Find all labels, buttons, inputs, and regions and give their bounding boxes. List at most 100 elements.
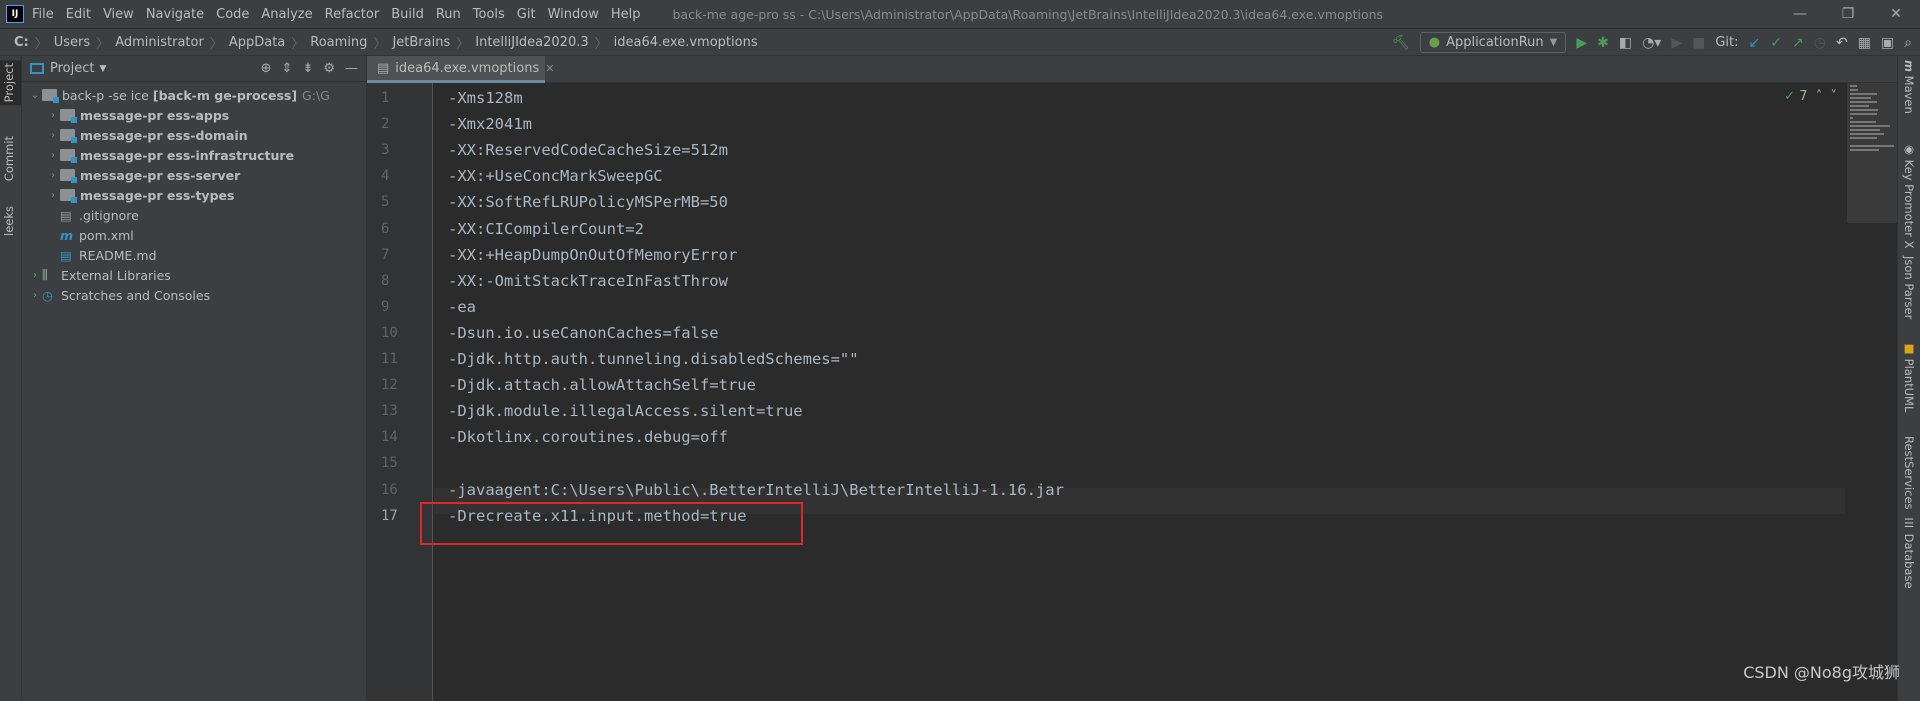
tree-item[interactable]: › message-pr ess-types: [22, 185, 366, 205]
tree-item[interactable]: m pom.xml: [22, 225, 366, 245]
chevron-right-icon[interactable]: ›: [46, 190, 60, 201]
left-tool-strip: Project Commit leeks: [0, 56, 22, 701]
coverage-icon[interactable]: ◧: [1619, 35, 1632, 51]
rollback-icon[interactable]: ↶: [1836, 35, 1848, 51]
git-update-icon[interactable]: ↙: [1749, 35, 1761, 51]
profiler-icon[interactable]: ◔▾: [1642, 35, 1661, 51]
tool-tab-maven[interactable]: m Maven: [1902, 60, 1916, 114]
inspection-widget[interactable]: ✓ 7 ˄ ˅: [1784, 89, 1837, 104]
breadcrumb-item[interactable]: JetBrains: [392, 35, 450, 50]
build-hammer-icon[interactable]: 🔨︎: [1392, 35, 1410, 51]
menu-help[interactable]: Help: [611, 7, 641, 22]
menu-file[interactable]: File: [32, 7, 54, 22]
code-line: -XX:SoftRefLRUPolicyMSPerMB=50: [448, 193, 728, 212]
tree-item-label: README.md: [79, 247, 157, 263]
line-number-gutter: 1 2 3 4 5 6 7 8 9 10 11 12 13 14 15 16 17: [367, 83, 433, 701]
git-history-icon[interactable]: ◷: [1814, 35, 1826, 51]
close-tab-icon[interactable]: ✕: [545, 62, 554, 75]
run-configuration-select[interactable]: ● ApplicationRun ▼: [1419, 32, 1567, 53]
line-number: 8: [381, 272, 390, 289]
resume-icon[interactable]: ▶: [1671, 35, 1682, 51]
chevron-up-icon[interactable]: ˄: [1816, 89, 1823, 104]
hide-icon[interactable]: —: [345, 61, 358, 76]
breadcrumb-item[interactable]: idea64.exe.vmoptions: [614, 35, 758, 50]
tab-idea64-vmoptions[interactable]: ▤ idea64.exe.vmoptions ✕: [367, 56, 554, 83]
stop-icon[interactable]: ■: [1692, 35, 1705, 51]
tree-item[interactable]: › message-pr ess-domain: [22, 125, 366, 145]
tree-item-label: External Libraries: [61, 267, 171, 283]
menu-view[interactable]: View: [103, 7, 134, 22]
project-view-icon: [30, 63, 44, 74]
breadcrumb-item[interactable]: Administrator: [115, 35, 204, 50]
tree-item[interactable]: ▤ README.md: [22, 245, 366, 265]
tool-tab-leeks[interactable]: leeks: [2, 206, 16, 236]
chevron-down-icon[interactable]: ˅: [1831, 89, 1838, 104]
git-push-icon[interactable]: ↗: [1792, 35, 1804, 51]
minimap-line: [1850, 129, 1880, 131]
minimap-line: [1850, 125, 1890, 127]
tool-tab-project[interactable]: Project: [0, 60, 21, 106]
close-icon[interactable]: ✕: [1872, 0, 1920, 29]
breadcrumb-separator: 〉: [291, 36, 305, 52]
menu-window[interactable]: Window: [548, 7, 599, 22]
chevron-right-icon[interactable]: ›: [46, 170, 60, 181]
line-number: 14: [381, 429, 398, 446]
menu-git[interactable]: Git: [517, 7, 536, 22]
chevron-down-icon[interactable]: ▼: [99, 64, 106, 74]
menu-navigate[interactable]: Navigate: [146, 7, 204, 22]
tool-tab-database[interactable]: ☰ Database: [1902, 516, 1916, 589]
locate-icon[interactable]: ⊕: [261, 61, 272, 76]
search-icon[interactable]: ⌕: [1904, 35, 1912, 51]
minimap[interactable]: [1847, 83, 1897, 223]
chevron-right-icon[interactable]: ›: [46, 110, 60, 121]
minimize-icon[interactable]: —: [1776, 0, 1824, 29]
tool-tab-json-parser[interactable]: Json Parser: [1902, 256, 1916, 319]
git-commit-icon[interactable]: ✓: [1770, 35, 1782, 51]
tree-item[interactable]: › ◷ Scratches and Consoles: [22, 285, 366, 305]
tool-tab-plantuml[interactable]: ■ PlantUML: [1902, 341, 1916, 412]
terminal-window-icon[interactable]: ▣: [1881, 35, 1894, 51]
menu-build[interactable]: Build: [391, 7, 424, 22]
chevron-right-icon[interactable]: ›: [28, 270, 42, 281]
collapse-all-icon[interactable]: ⇟: [302, 61, 313, 76]
project-structure-icon[interactable]: ▦: [1858, 35, 1871, 51]
breadcrumb-item[interactable]: C:: [14, 35, 29, 50]
project-panel: Project ▼ ⊕ ⇕ ⇟ ⚙ — ⌄ back-p -se ice [back…: [22, 56, 367, 701]
breadcrumb-item[interactable]: IntelliJIdea2020.3: [475, 35, 588, 50]
expand-all-icon[interactable]: ⇕: [282, 61, 293, 76]
tree-item[interactable]: ⌄ back-p -se ice [back-m ge-process] G:\G: [22, 85, 366, 105]
restore-icon[interactable]: ❐: [1824, 0, 1872, 29]
tool-tab-key-promoter[interactable]: ◉ Key Promoter X: [1902, 142, 1916, 249]
project-panel-title[interactable]: Project: [50, 61, 94, 76]
line-number: 7: [381, 246, 390, 263]
menu-refactor[interactable]: Refactor: [325, 7, 380, 22]
tree-item[interactable]: › message-pr ess-apps: [22, 105, 366, 125]
tree-item[interactable]: ▤ .gitignore: [22, 205, 366, 225]
library-icon: ⫼: [42, 267, 48, 282]
menu-tools[interactable]: Tools: [473, 7, 505, 22]
chevron-right-icon[interactable]: ›: [46, 150, 60, 161]
code-editor[interactable]: ✓ 7 ˄ ˅ -Xms128m -Xmx2041m -XX:ReservedCod…: [434, 83, 1897, 701]
run-icon[interactable]: ▶: [1576, 35, 1587, 51]
tree-item[interactable]: › message-pr ess-server: [22, 165, 366, 185]
tool-tab-commit[interactable]: Commit: [2, 136, 16, 181]
breadcrumb: C: 〉 Users 〉 Administrator 〉 AppData 〉 Roaming 〉 J…: [8, 33, 764, 52]
tree-item[interactable]: › message-pr ess-infrastructure: [22, 145, 366, 165]
menu-edit[interactable]: Edit: [66, 7, 91, 22]
tool-tab-restservices[interactable]: RestServices: [1902, 436, 1916, 510]
debug-icon[interactable]: ✱: [1597, 35, 1609, 51]
spring-boot-icon: ●: [1428, 35, 1441, 50]
menu-code[interactable]: Code: [216, 7, 249, 22]
breadcrumb-item[interactable]: Users: [54, 35, 90, 50]
chevron-down-icon[interactable]: ⌄: [28, 90, 42, 101]
chevron-right-icon[interactable]: ›: [28, 290, 42, 301]
tree-item[interactable]: › ⫼ External Libraries: [22, 265, 366, 285]
breadcrumb-item[interactable]: AppData: [229, 35, 285, 50]
menu-run[interactable]: Run: [436, 7, 461, 22]
gear-icon[interactable]: ⚙: [323, 61, 335, 76]
code-line: -javaagent:C:\Users\Public\.BetterIntell…: [448, 480, 1064, 499]
menu-analyze[interactable]: Analyze: [261, 7, 312, 22]
chevron-right-icon[interactable]: ›: [46, 130, 60, 141]
menu-bar: File Edit View Navigate Code Analyze Refactor B…: [32, 7, 653, 22]
breadcrumb-item[interactable]: Roaming: [310, 35, 367, 50]
